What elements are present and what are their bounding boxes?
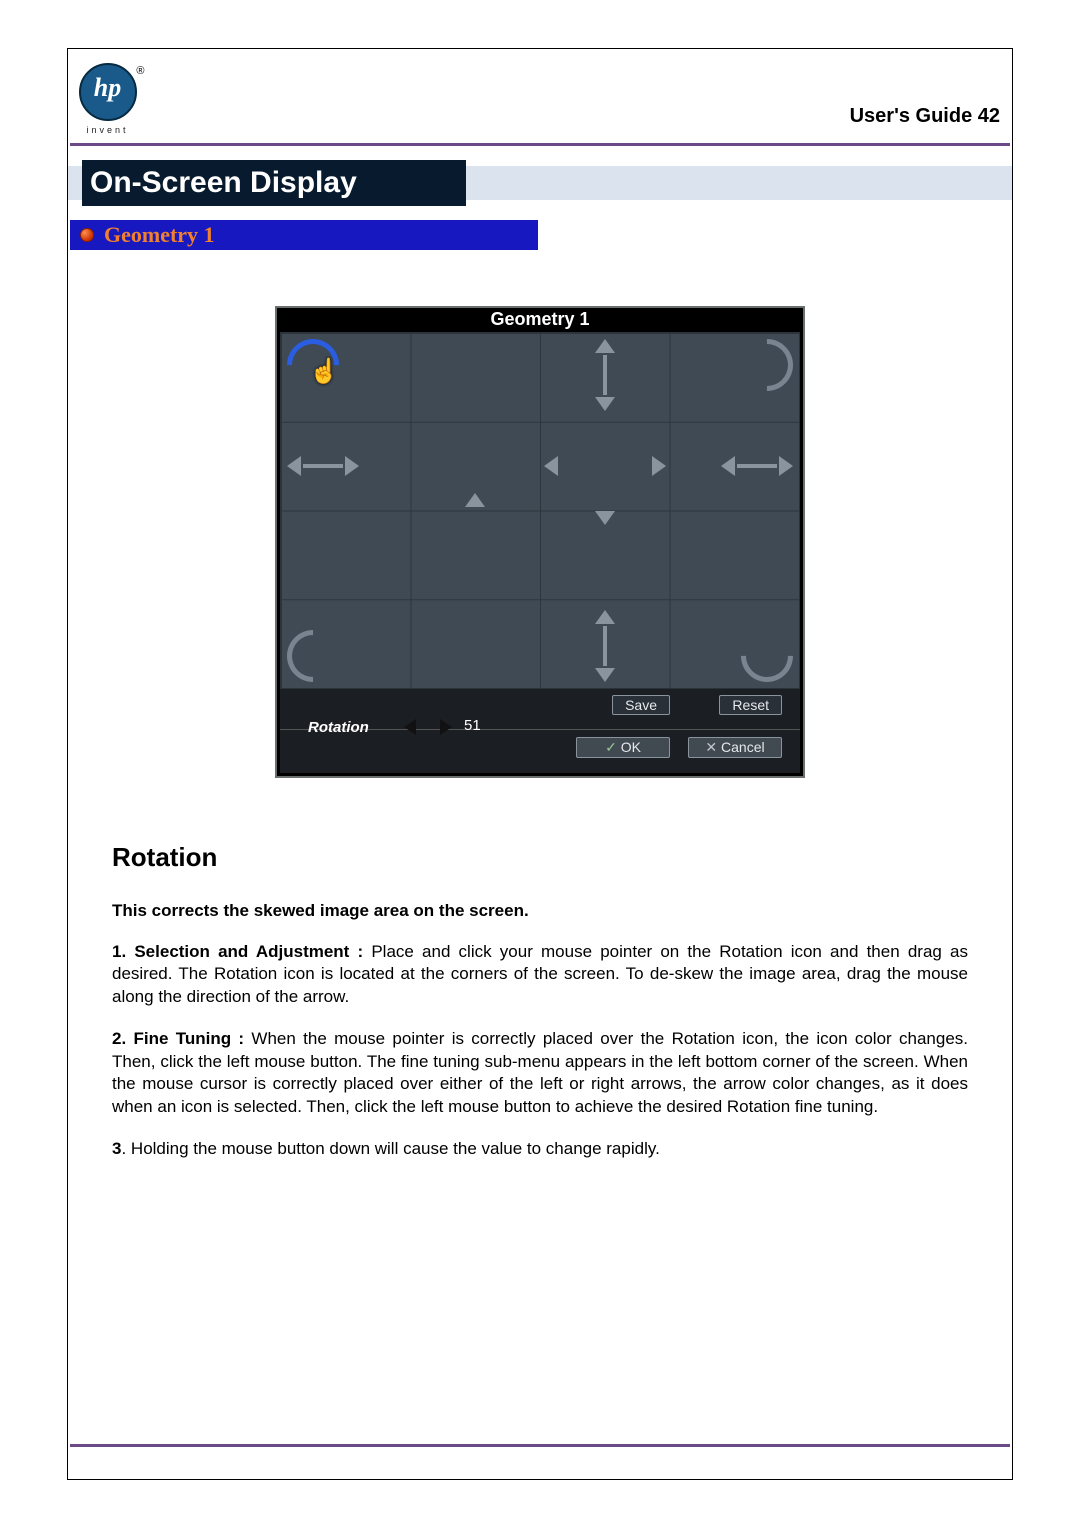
guide-label: User's Guide — [850, 105, 973, 127]
paragraph-2: 2. Fine Tuning : When the mouse pointer … — [112, 1028, 968, 1118]
header-divider — [70, 143, 1010, 146]
grid-cell — [670, 511, 800, 600]
paragraph-1: 1. Selection and Adjustment : Place and … — [112, 941, 968, 1008]
vertical-arrow-icon — [595, 339, 615, 411]
registered-mark: ® — [136, 65, 144, 77]
reset-button[interactable]: Reset — [719, 695, 782, 715]
grid-cell — [540, 511, 670, 600]
rotation-handle-top-left[interactable]: ☝ — [281, 333, 411, 422]
hp-tagline: invent — [70, 125, 145, 135]
horizontal-arrow-icon — [721, 456, 793, 476]
section-geometry-bar: Geometry 1 — [70, 220, 538, 250]
rotation-arc-icon — [276, 619, 350, 693]
cancel-button[interactable]: Cancel — [688, 737, 782, 758]
osd-title: Geometry 1 — [277, 308, 803, 332]
page-number: 42 — [978, 105, 1000, 127]
section-label: Geometry 1 — [104, 222, 215, 247]
paragraph-3: 3. Holding the mouse button down will ca… — [112, 1138, 968, 1160]
p1-lead: 1. Selection and Adjustment : — [112, 942, 371, 961]
triangle-right-icon — [652, 456, 666, 476]
vertical-arrow-icon — [595, 610, 615, 682]
rotation-decrease-icon[interactable] — [404, 719, 416, 735]
ok-button[interactable]: OK — [576, 737, 670, 758]
osd-grid: ☝ — [280, 332, 800, 689]
move-left-edge[interactable] — [281, 422, 411, 511]
title-band: On-Screen Display — [68, 160, 1012, 206]
rotation-increase-icon[interactable] — [440, 719, 452, 735]
triangle-up-icon — [465, 493, 485, 507]
rotation-value: 51 — [464, 717, 481, 734]
rotation-label: Rotation — [308, 719, 369, 736]
osd-footer: Save Reset Rotation 51 OK Cancel — [280, 689, 800, 773]
rotation-handle-bottom-right[interactable] — [670, 599, 800, 688]
cursor-hand-icon: ☝ — [309, 357, 339, 386]
body-intro: This corrects the skewed image area on t… — [112, 901, 968, 921]
rotation-handle-top-right[interactable] — [670, 333, 800, 422]
save-button[interactable]: Save — [612, 695, 670, 715]
document-page: hp ® invent User's Guide 42 On-Screen Di… — [67, 48, 1013, 1480]
footer-divider — [70, 1444, 1010, 1447]
rotation-arc-icon — [730, 328, 804, 402]
title-band-text: On-Screen Display — [82, 160, 466, 206]
grid-cell — [411, 422, 541, 511]
p2-lead: 2. Fine Tuning : — [112, 1029, 251, 1048]
body-content: Rotation This corrects the skewed image … — [112, 842, 968, 1161]
bullet-icon — [80, 228, 94, 242]
move-bottom-edge[interactable] — [540, 599, 670, 688]
center-adjust[interactable] — [540, 422, 670, 511]
grid-cell — [281, 511, 411, 600]
body-heading: Rotation — [112, 842, 968, 873]
hp-logo-circle: hp ® — [79, 63, 137, 121]
rotation-handle-bottom-left[interactable] — [281, 599, 411, 688]
horizontal-arrow-icon — [287, 456, 359, 476]
grid-cell — [411, 333, 541, 422]
grid-cell — [411, 511, 541, 600]
move-right-edge[interactable] — [670, 422, 800, 511]
page-header: hp ® invent User's Guide 42 — [68, 49, 1012, 143]
guide-title: User's Guide 42 — [850, 105, 1000, 128]
osd-panel: Geometry 1 ☝ — [275, 306, 805, 778]
hp-logo-text: hp — [81, 73, 135, 103]
triangle-left-icon — [544, 456, 558, 476]
grid-cell — [411, 599, 541, 688]
p3-rest: . Holding the mouse button down will cau… — [121, 1139, 659, 1158]
hp-logo: hp ® invent — [70, 63, 145, 135]
rotation-arc-icon — [730, 619, 804, 693]
move-top-edge[interactable] — [540, 333, 670, 422]
